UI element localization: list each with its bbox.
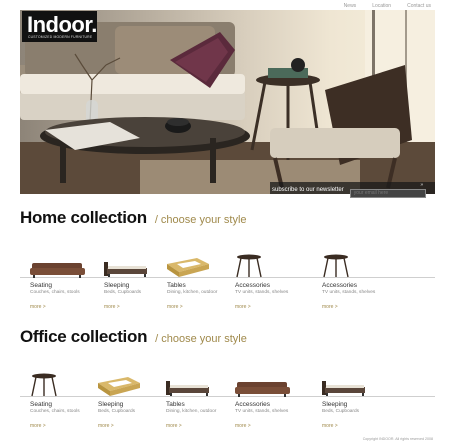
table-icon <box>98 377 140 396</box>
home-collection-title: Home collection <box>20 208 147 227</box>
office-item-tables[interactable]: Tables Dining, kitchen, outdoor more > <box>166 367 246 432</box>
logo-tagline: CUSTOMIZED MODERN FURNITURE <box>28 35 93 39</box>
more-link[interactable]: more > <box>322 423 338 429</box>
item-description: Beds, Cupboards <box>322 409 360 414</box>
home-item-seating[interactable]: Seating Couches, chairs, stools more > <box>30 248 110 313</box>
home-item-accessories-2[interactable]: Accessories TV units, stands, shelves mo… <box>322 248 402 313</box>
sofa-icon <box>235 382 290 397</box>
nav-contact-link[interactable]: Contact us <box>407 3 431 9</box>
bed-icon <box>104 262 147 277</box>
item-title: Accessories <box>235 401 271 408</box>
bed-icon <box>322 381 365 396</box>
newsletter-label: subscribe to our newsletter <box>272 187 344 193</box>
newsletter-email-input[interactable] <box>349 188 426 198</box>
item-description: TV units, stands, shelves <box>235 409 289 414</box>
home-item-accessories[interactable]: Accessories TV units, stands, shelves mo… <box>235 248 315 313</box>
newsletter-input-wrap: » <box>349 181 426 199</box>
more-link[interactable]: more > <box>235 423 251 429</box>
item-title: Sleeping <box>322 401 348 408</box>
side-table-icon <box>31 373 57 397</box>
more-link[interactable]: more > <box>98 423 114 429</box>
nav-news-link[interactable]: News <box>344 3 357 9</box>
sofa-icon <box>30 263 85 278</box>
item-title: Seating <box>30 282 53 289</box>
more-link[interactable]: more > <box>30 304 46 310</box>
item-description: TV units, stands, shelves <box>322 290 376 295</box>
item-title: Accessories <box>322 282 358 289</box>
office-collection-heading: Office collection / choose your style <box>20 327 247 347</box>
item-description: TV units, stands, shelves <box>235 290 289 295</box>
more-link[interactable]: more > <box>104 304 120 310</box>
office-item-accessories[interactable]: Accessories TV units, stands, shelves mo… <box>235 367 315 432</box>
table-icon <box>167 258 209 277</box>
bed-icon <box>166 381 209 396</box>
side-table-icon <box>236 254 262 278</box>
copyright-footer: Copyright INDOOR. All rights reserved 20… <box>362 437 433 441</box>
newsletter-submit-button[interactable]: » <box>419 182 425 189</box>
home-collection-heading: Home collection / choose your style <box>20 208 247 228</box>
office-collection-title: Office collection <box>20 327 148 346</box>
site-logo[interactable]: Indoor. CUSTOMIZED MODERN FURNITURE <box>22 11 97 42</box>
more-link[interactable]: more > <box>30 423 46 429</box>
item-description: Couches, chairs, stools <box>30 290 80 295</box>
item-description: Dining, kitchen, outdoor <box>166 409 217 414</box>
more-link[interactable]: more > <box>322 304 338 310</box>
top-navigation: News Location Contact us <box>344 3 431 9</box>
more-link[interactable]: more > <box>235 304 251 310</box>
item-title: Tables <box>166 401 185 408</box>
newsletter-form: subscribe to our newsletter » <box>272 181 426 199</box>
more-link[interactable]: more > <box>166 423 182 429</box>
office-item-sleeping-2[interactable]: Sleeping Beds, Cupboards more > <box>322 367 402 432</box>
home-collection-subtitle: / choose your style <box>154 214 247 226</box>
side-table-icon <box>323 254 349 278</box>
office-collection-subtitle: / choose your style <box>155 333 247 345</box>
nav-location-link[interactable]: Location <box>372 3 391 9</box>
item-title: Accessories <box>235 282 271 289</box>
more-link[interactable]: more > <box>167 304 183 310</box>
